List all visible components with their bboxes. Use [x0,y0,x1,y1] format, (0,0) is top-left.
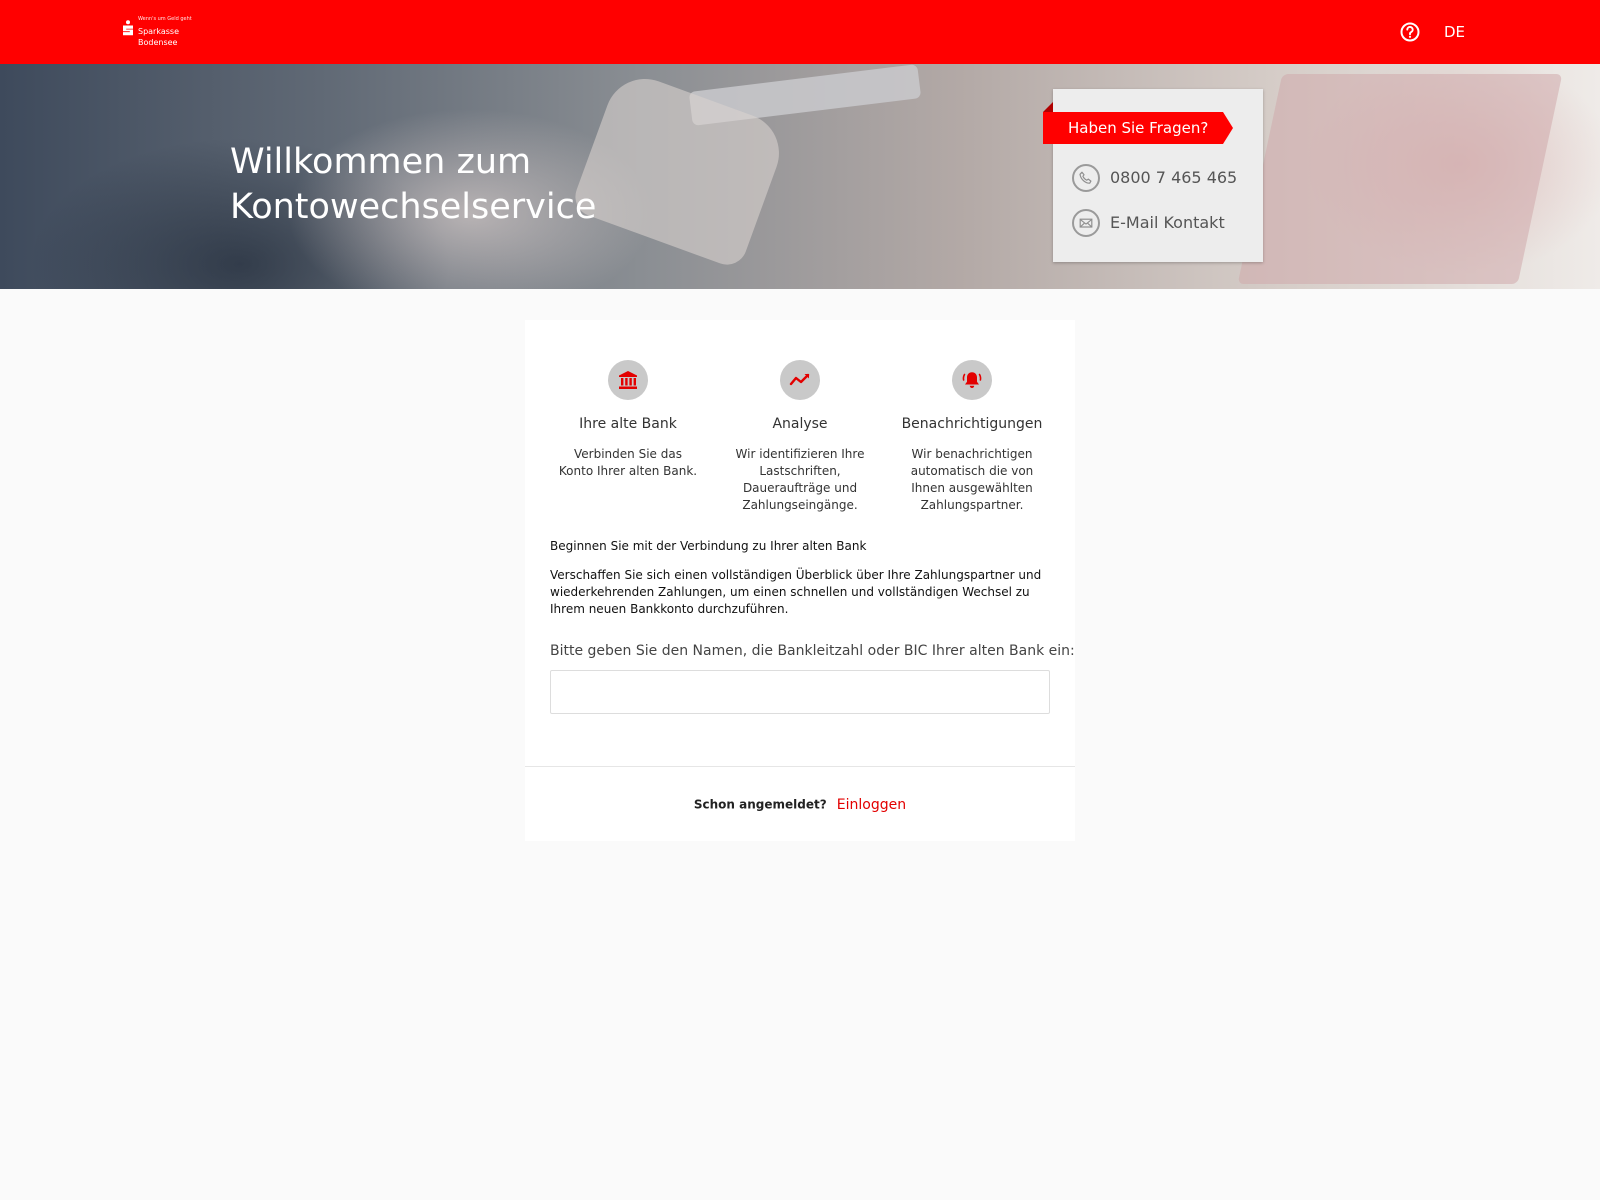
intro-heading: Beginnen Sie mit der Verbindung zu Ihrer… [550,539,867,553]
feature-notifications: Benachrichtigungen Wir benachrichtigen a… [902,360,1042,514]
feature-description: Wir benachrichtigen automatisch die von … [910,447,1034,512]
phone-contact-link[interactable]: 0800 7 465 465 [1072,164,1252,192]
bank-search-input[interactable] [550,670,1050,714]
top-bar: Wenn's um Geld geht Sparkasse Bodensee D… [0,0,1600,64]
mail-icon [1072,209,1100,237]
bank-search-label: Bitte geben Sie den Namen, die Bankleitz… [550,643,1075,659]
card-divider [525,766,1075,767]
question-circle-icon [1400,22,1420,42]
bell-alarm-icon [952,360,992,400]
intro-text: Verschaffen Sie sich einen vollständigen… [550,568,1042,616]
feature-title: Ihre alte Bank [579,416,677,432]
hero-banner: Willkommen zum Kontowechselservice [0,64,1600,289]
phone-number: 0800 7 465 465 [1110,168,1238,187]
account-switch-card: Ihre alte Bank Verbinden Sie das Konto I… [525,320,1075,841]
contact-ribbon-label: Haben Sie Fragen? [1068,119,1209,137]
trend-chart-icon [780,360,820,400]
bank-icon [608,360,648,400]
login-question: Schon angemeldet? [693,797,827,812]
language-selector[interactable]: DE [1444,22,1465,42]
help-button[interactable] [1400,22,1420,42]
feature-old-bank: Ihre alte Bank Verbinden Sie das Konto I… [558,360,698,480]
feature-description: Wir identifizieren Ihre Lastschriften, D… [735,447,865,512]
login-link[interactable]: Einloggen [837,797,906,813]
page-title: Willkommen zum Kontowechselservice [230,140,596,230]
phone-icon [1072,164,1100,192]
contact-ribbon: Haben Sie Fragen? [1043,102,1233,144]
login-row: Schon angemeldet? Einloggen [525,794,1075,813]
logo-name-line1: Sparkasse [138,27,179,36]
sparkasse-logo[interactable]: Wenn's um Geld geht Sparkasse Bodensee [122,14,192,50]
feature-analysis: Analyse Wir identifizieren Ihre Lastschr… [730,360,870,514]
contact-card: Haben Sie Fragen? 0800 7 465 465 E-Mail … [1043,89,1263,262]
feature-title: Analyse [772,416,828,432]
email-contact-label: E-Mail Kontakt [1110,213,1225,232]
logo-tagline: Wenn's um Geld geht [138,16,192,22]
email-contact-link[interactable]: E-Mail Kontakt [1072,209,1252,237]
feature-title: Benachrichtigungen [901,416,1043,432]
page-title-line1: Willkommen zum [230,142,532,182]
logo-name-line2: Bodensee [138,38,178,47]
page-title-line2: Kontowechselservice [230,187,597,227]
sparkasse-s-icon [123,20,133,36]
feature-description: Verbinden Sie das Konto Ihrer alten Bank… [558,447,698,478]
hero-laptop-shape [1237,74,1563,284]
